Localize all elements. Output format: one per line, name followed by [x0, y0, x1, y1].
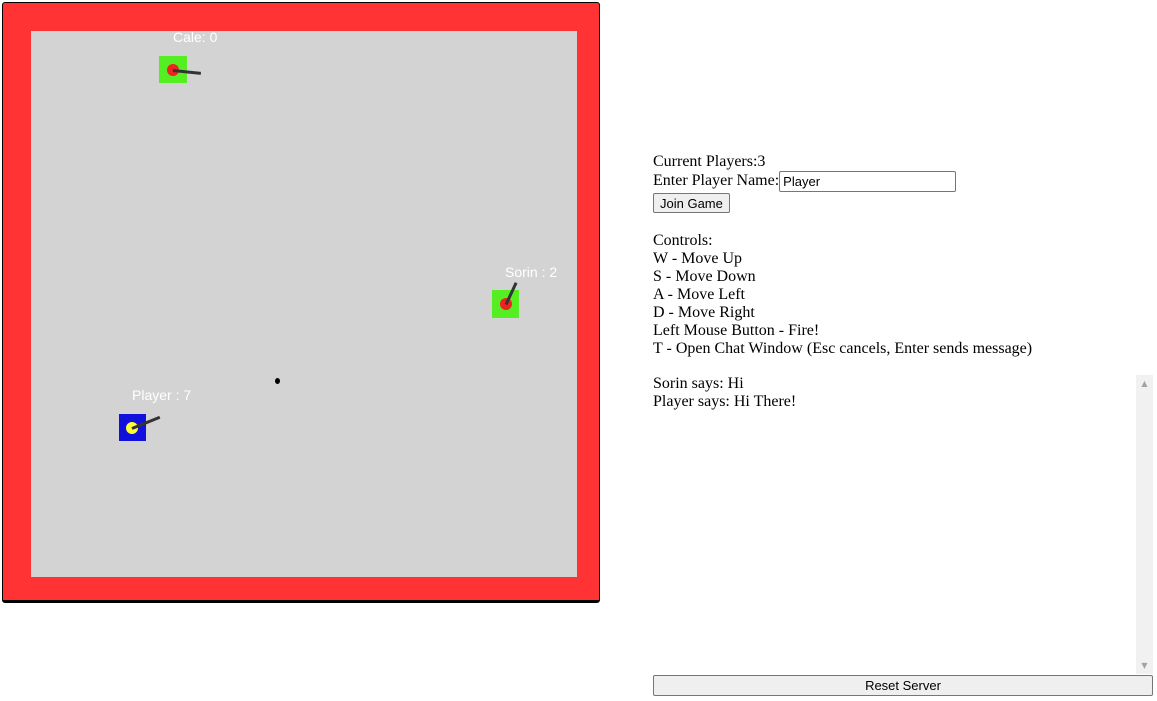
current-players-count: 3 — [757, 153, 766, 170]
player-name-input[interactable] — [779, 170, 957, 192]
control-move-left: A - Move Left — [653, 286, 745, 303]
control-chat: T - Open Chat Window (Esc cancels, Enter… — [653, 340, 1033, 357]
control-move-up: W - Move Up — [653, 250, 743, 267]
control-fire: Left Mouse Button - Fire! — [653, 322, 820, 339]
control-move-down: S - Move Down — [653, 268, 756, 285]
scroll-up-icon[interactable]: ▲ — [1136, 375, 1153, 392]
chat-message: Sorin says: Hi — [653, 375, 744, 392]
game-canvas[interactable]: Cale: 0 Sorin : 2 Player : 7 — [2, 2, 600, 603]
side-panel: Current Players:3 Enter Player Name: Joi… — [653, 153, 1153, 358]
controls-list: Controls: W - Move Up S - Move Down A - … — [653, 232, 1153, 358]
arena[interactable]: Cale: 0 Sorin : 2 Player : 7 — [31, 29, 577, 577]
player-name-label: Enter Player Name: — [653, 172, 780, 189]
name-row: Enter Player Name: — [653, 170, 1153, 192]
chat-messages: Sorin says: Hi Player says: Hi There! — [653, 375, 1136, 674]
current-players-label: Current Players: — [653, 153, 758, 170]
chat-log[interactable]: Sorin says: Hi Player says: Hi There! ▲ … — [653, 375, 1153, 674]
controls-title: Controls: — [653, 232, 713, 249]
join-game-button[interactable]: Join Game — [653, 193, 730, 213]
current-players: Current Players:3 — [653, 153, 1153, 171]
player-label-cale: Cale: 0 — [173, 29, 218, 45]
player-label-sorin: Sorin : 2 — [505, 264, 558, 280]
chat-message: Player says: Hi There! — [653, 393, 797, 410]
scroll-down-icon[interactable]: ▼ — [1136, 657, 1153, 674]
reset-server-button[interactable]: Reset Server — [653, 675, 1153, 696]
player-label-self: Player : 7 — [132, 387, 192, 403]
bullet — [275, 378, 280, 384]
chat-scrollbar[interactable]: ▲ ▼ — [1136, 375, 1153, 674]
control-move-right: D - Move Right — [653, 304, 755, 321]
